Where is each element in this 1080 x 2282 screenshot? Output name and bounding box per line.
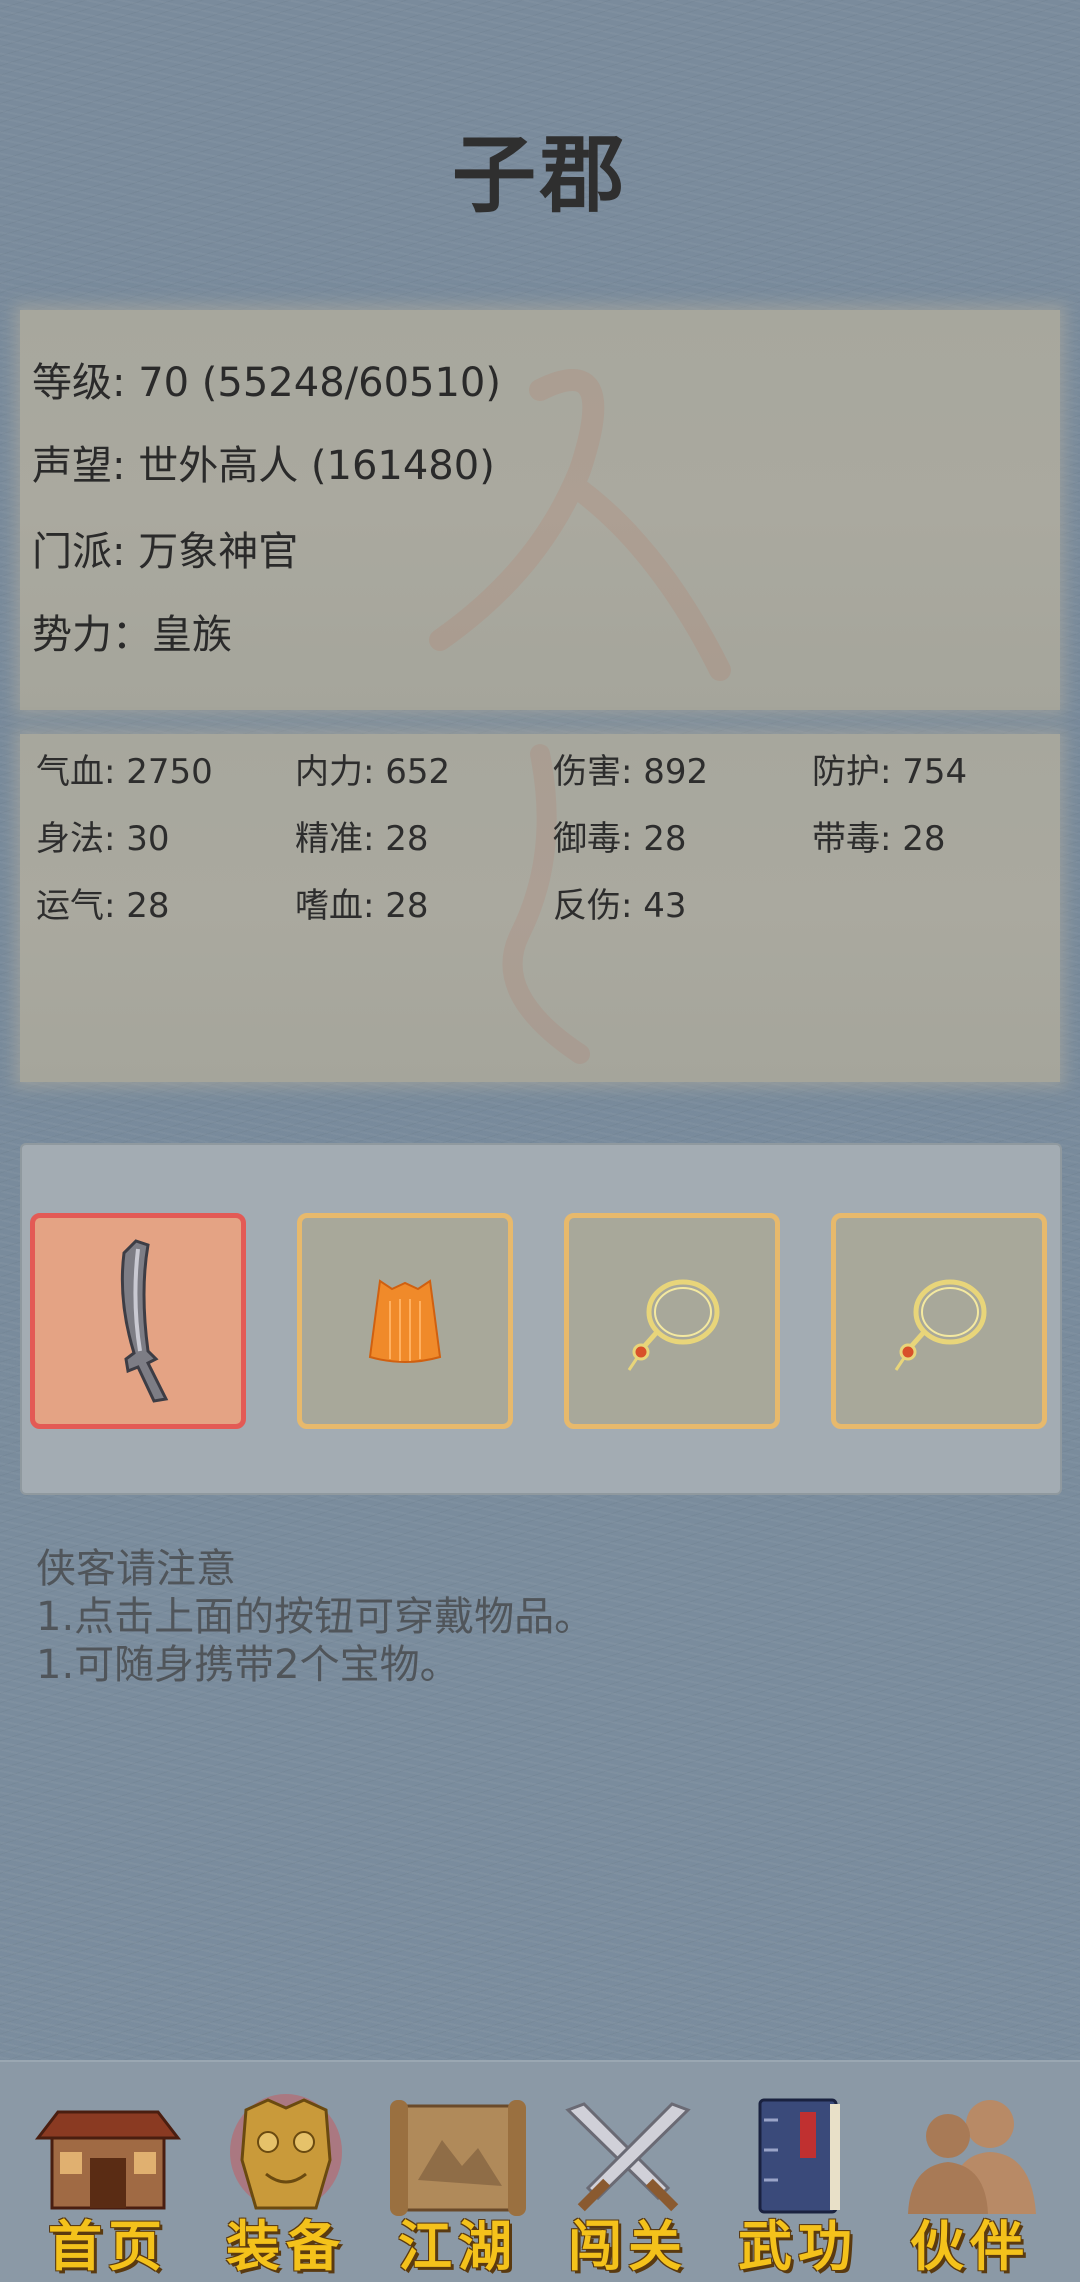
bottom-navigation: 首页 装备 江湖 闯关 武功 伙伴 — [0, 2060, 1080, 2282]
nav-partners-label: 伙伴 — [910, 2214, 1030, 2278]
robe-icon — [368, 1279, 442, 1363]
prestige-text: 声望: 世外高人 (161480) — [32, 443, 495, 489]
nav-home[interactable]: 首页 — [28, 2090, 188, 2278]
equip-slot-weapon[interactable] — [30, 1213, 246, 1429]
nav-home-label: 首页 — [48, 2214, 168, 2278]
scroll-map-icon — [390, 2100, 526, 2216]
stats-panel: 气血: 2750 内力: 652 伤害: 892 防护: 754 身法: 30 … — [20, 734, 1060, 1082]
character-info-panel: 等级: 70 (55248/60510) 声望: 世外高人 (161480) 门… — [20, 310, 1060, 710]
stat-luck: 运气: 28 — [36, 886, 170, 926]
necklace-icon — [627, 1279, 720, 1371]
notice-text: 侠客请注意 1.点击上面的按钮可穿戴物品。 1.可随身携带2个宝物。 — [36, 1545, 594, 1689]
notice-line-1: 1.点击上面的按钮可穿戴物品。 — [36, 1594, 595, 1640]
armor-icon — [230, 2094, 342, 2210]
house-icon — [34, 2110, 182, 2210]
necklace-icon — [894, 1279, 987, 1371]
equipment-panel — [20, 1143, 1062, 1495]
nav-jianghu[interactable]: 江湖 — [378, 2090, 538, 2278]
partners-icon — [908, 2100, 1036, 2214]
nav-jianghu-label: 江湖 — [398, 2214, 518, 2278]
nav-challenge-label: 闯关 — [568, 2214, 688, 2278]
nav-partners[interactable]: 伙伴 — [890, 2090, 1050, 2278]
book-icon — [758, 2098, 840, 2214]
stat-damage: 伤害: 892 — [553, 752, 709, 792]
sword-icon — [120, 1239, 169, 1403]
equip-slot-accessory-2[interactable] — [831, 1213, 1047, 1429]
nav-martial-arts[interactable]: 武功 — [718, 2090, 878, 2278]
stat-poison-resist: 御毒: 28 — [553, 819, 687, 859]
crossed-swords-icon — [565, 2102, 691, 2212]
stat-poison: 带毒: 28 — [812, 819, 946, 859]
stat-reflect: 反伤: 43 — [553, 886, 687, 926]
stat-accuracy: 精准: 28 — [295, 819, 429, 859]
stat-lifesteal: 嗜血: 28 — [295, 886, 429, 926]
sect-text: 门派: 万象神官 — [32, 529, 299, 575]
nav-equipment[interactable]: 装备 — [206, 2090, 366, 2278]
notice-line-2: 1.可随身携带2个宝物。 — [36, 1642, 460, 1688]
level-text: 等级: 70 (55248/60510) — [32, 360, 501, 406]
notice-title: 侠客请注意 — [36, 1546, 236, 1592]
nav-challenge[interactable]: 闯关 — [548, 2090, 708, 2278]
stat-defense: 防护: 754 — [812, 752, 968, 792]
stat-hp: 气血: 2750 — [36, 752, 213, 792]
stat-mp: 内力: 652 — [295, 752, 451, 792]
nav-equipment-label: 装备 — [226, 2214, 346, 2278]
faction-text: 势力：皇族 — [32, 612, 232, 658]
stat-agility: 身法: 30 — [36, 819, 170, 859]
equip-slot-accessory-1[interactable] — [564, 1213, 780, 1429]
nav-martial-arts-label: 武功 — [738, 2214, 858, 2278]
page-title: 子郡 — [451, 126, 628, 224]
equip-slot-armor[interactable] — [297, 1213, 513, 1429]
